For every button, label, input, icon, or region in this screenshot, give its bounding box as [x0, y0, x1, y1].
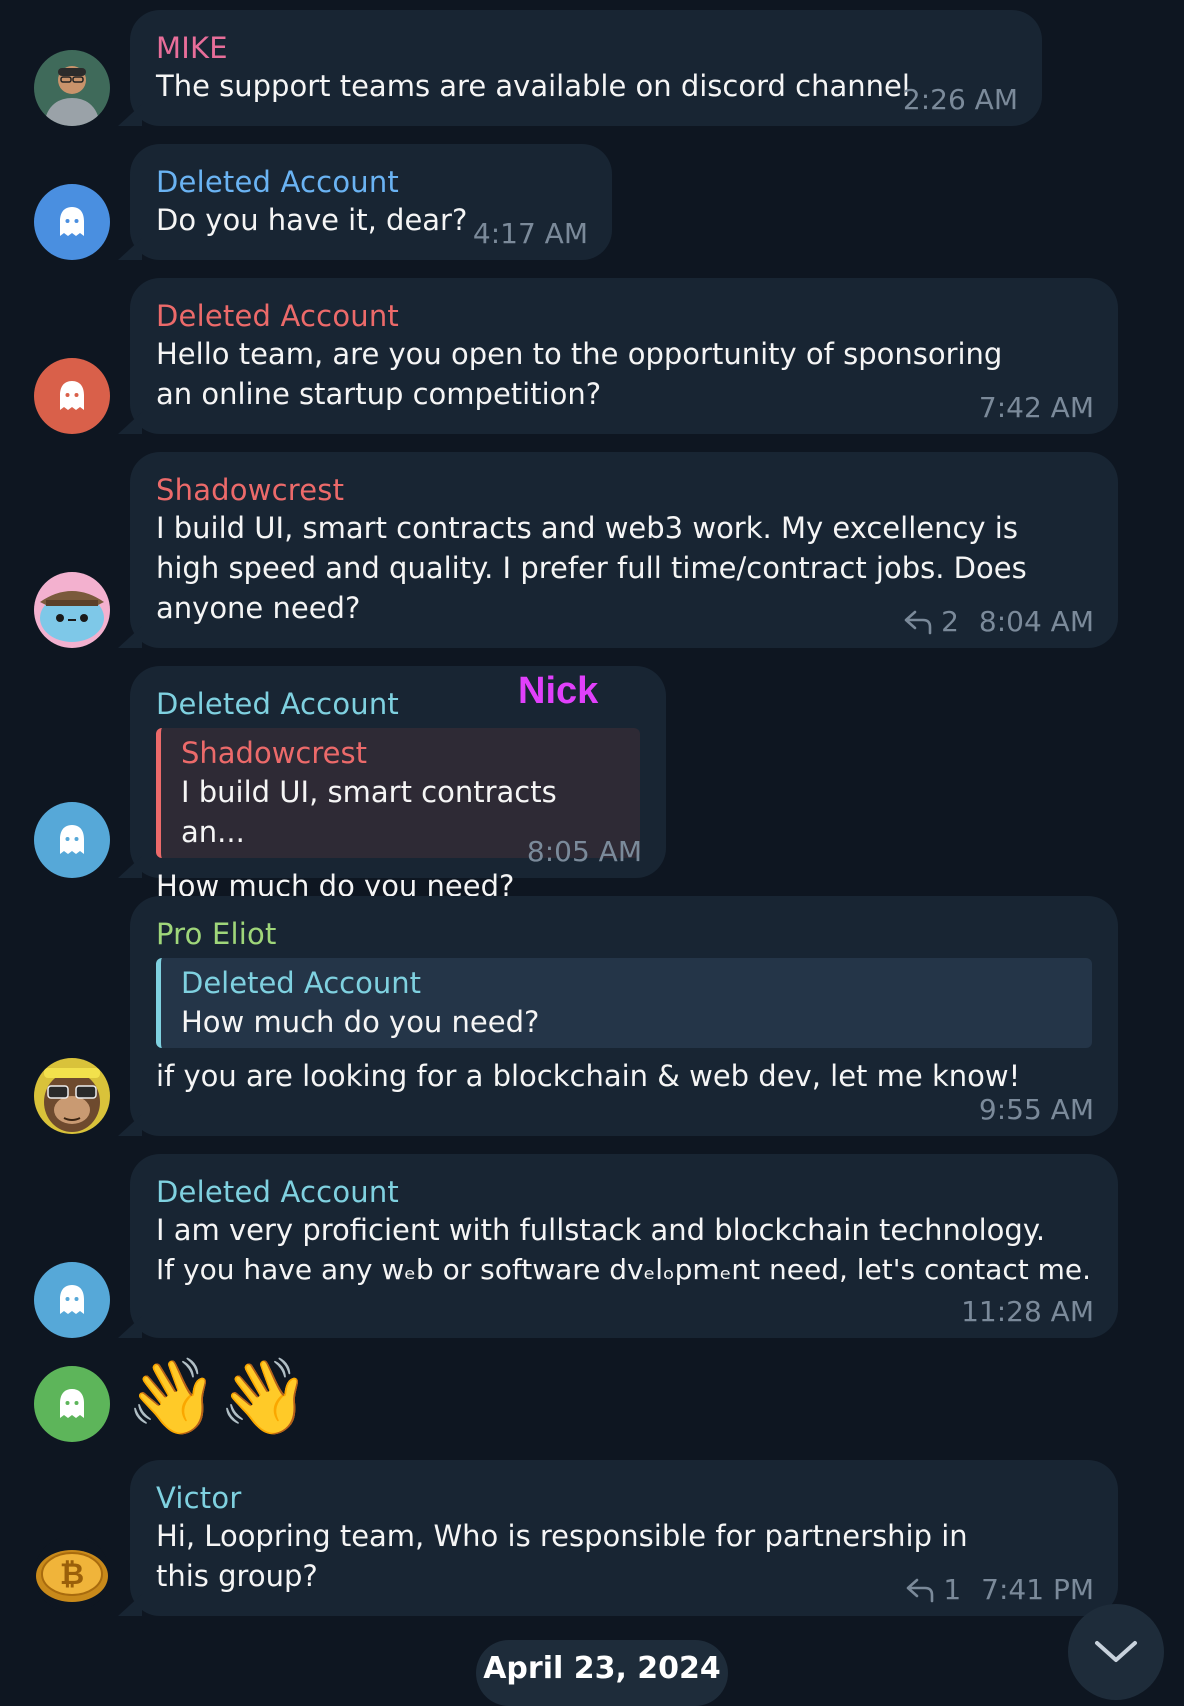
bitcoin-avatar[interactable]: ₿	[34, 1536, 110, 1612]
ghost-icon[interactable]	[34, 1366, 110, 1442]
quoted-sender: Deleted Account	[181, 966, 422, 1000]
chevron-down-icon	[1095, 1641, 1137, 1662]
reply-count[interactable]: 2	[941, 605, 959, 638]
message-meta: 2 8:04 AM	[903, 605, 1094, 638]
sender-name[interactable]: Deleted Account	[156, 298, 1092, 334]
quoted-message[interactable]: Deleted Account How much do you need?	[156, 958, 1092, 1048]
message-time: 2:26 AM	[902, 83, 1018, 116]
ghost-icon[interactable]	[34, 184, 110, 260]
sender-name[interactable]: MIKE	[156, 30, 1016, 66]
ghost-icon[interactable]	[34, 1262, 110, 1338]
message-text: Hello team, are you open to the opportun…	[156, 337, 1003, 411]
message-text-line: If you have any wₑb or software dvₑlₒpmₑ…	[156, 1253, 1092, 1286]
svg-text:₿: ₿	[60, 1557, 84, 1592]
message-bubble[interactable]: MIKE The support teams are available on …	[130, 10, 1042, 126]
ghost-icon[interactable]	[34, 802, 110, 878]
sender-name[interactable]: Deleted Account	[156, 1174, 1092, 1210]
message-bubble[interactable]: Deleted Account Do you have it, dear? 4:…	[130, 144, 612, 260]
reply-arrow-icon[interactable]	[905, 1577, 935, 1603]
message-meta: 1 7:41 PM	[905, 1573, 1094, 1606]
message-bubble[interactable]: Deleted Account Hello team, are you open…	[130, 278, 1118, 434]
message-text: Hi, Loopring team, Who is responsible fo…	[156, 1519, 968, 1593]
chat-history[interactable]: MIKE The support teams are available on …	[0, 0, 1184, 1706]
sender-name[interactable]: Pro Eliot	[156, 916, 1092, 952]
message-text: if you are looking for a blockchain & we…	[156, 1059, 1021, 1093]
reply-arrow-icon[interactable]	[903, 609, 933, 635]
message-time: 4:17 AM	[472, 217, 588, 250]
message-bubble[interactable]: Shadowcrest I build UI, smart contracts …	[130, 452, 1118, 648]
cartoon-avatar[interactable]	[34, 572, 110, 648]
message-time: 8:05 AM	[526, 835, 642, 868]
ape-avatar[interactable]	[34, 1058, 110, 1134]
ghost-icon[interactable]	[34, 358, 110, 434]
message-time: 8:04 AM	[978, 605, 1094, 638]
message-time: 11:28 AM	[961, 1295, 1094, 1328]
message-bubble[interactable]: Deleted Account I am very proficient wit…	[130, 1154, 1118, 1338]
message-time: 9:55 AM	[978, 1093, 1094, 1126]
message-text: The support teams are available on disco…	[156, 69, 910, 103]
sender-name[interactable]: Victor	[156, 1480, 1092, 1516]
scroll-to-bottom-button[interactable]	[1068, 1604, 1164, 1700]
quoted-sender: Shadowcrest	[181, 736, 367, 770]
message-bubble[interactable]: Pro Eliot Deleted Account How much do yo…	[130, 896, 1118, 1136]
message-bubble[interactable]: Victor Hi, Loopring team, Who is respons…	[130, 1460, 1118, 1616]
message-text-line: I am very proficient with fullstack and …	[156, 1213, 1046, 1247]
date-separator: April 23, 2024	[476, 1640, 728, 1706]
message-time: 7:42 AM	[978, 391, 1094, 424]
nick-annotation: Nick	[518, 670, 599, 712]
user-photo-avatar[interactable]	[34, 50, 110, 126]
reply-count[interactable]: 1	[943, 1573, 961, 1606]
quoted-text: How much do you need?	[181, 1005, 540, 1039]
message-time: 7:41 PM	[981, 1573, 1094, 1606]
sender-name[interactable]: Deleted Account	[156, 164, 586, 200]
waving-hand-emoji-message[interactable]: 👋👋	[126, 1352, 310, 1442]
sender-name[interactable]: Shadowcrest	[156, 472, 1092, 508]
